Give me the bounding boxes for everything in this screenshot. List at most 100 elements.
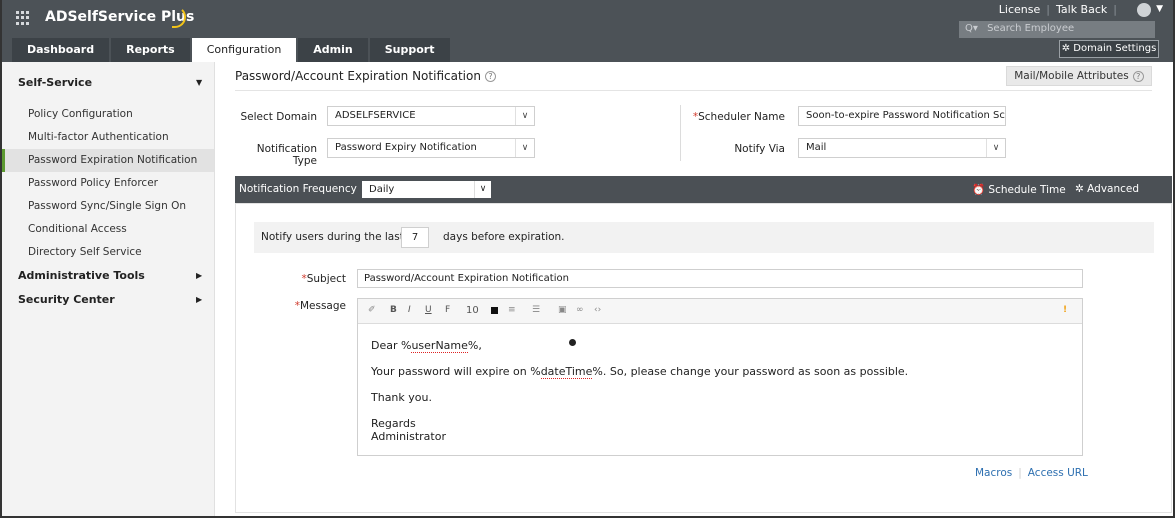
sidebar-section-security-center[interactable]: Security Center ▶ (2, 288, 214, 312)
sidebar-section-self-service[interactable]: Self-Service ▼ (2, 71, 214, 95)
user-avatar-icon[interactable] (1137, 3, 1151, 17)
gear-icon: ✲ (1061, 43, 1071, 54)
alarm-clock-icon: ⏰ (972, 184, 986, 196)
notify-via-value: Mail (806, 142, 827, 153)
expiry-prefix: Your password will expire on % (371, 365, 541, 378)
divider (235, 90, 1152, 91)
notify-days-input[interactable]: 7 (401, 227, 429, 248)
sidebar-item-conditional-access[interactable]: Conditional Access (2, 218, 214, 241)
notification-frequency-bar: Notification Frequency Daily ∨ ⏰ Schedul… (235, 176, 1172, 203)
search-input[interactable]: Q▾ Search Employee (959, 21, 1155, 38)
tab-support[interactable]: Support (369, 38, 450, 62)
underline-button[interactable]: U (425, 305, 432, 315)
image-icon[interactable]: ▣ (558, 305, 567, 315)
tab-admin[interactable]: Admin (298, 38, 368, 62)
subject-input[interactable]: Password/Account Expiration Notification (357, 269, 1083, 288)
license-link[interactable]: License (999, 3, 1040, 16)
italic-button[interactable]: I (408, 305, 411, 315)
domain-settings-button[interactable]: ✲ Domain Settings (1059, 40, 1159, 58)
sidebar-item-password-sync[interactable]: Password Sync/Single Sign On (2, 195, 214, 218)
greeting-prefix: Dear % (371, 339, 412, 352)
message-line-thanks: Thank you. (371, 391, 432, 404)
scheduler-name-label-text: Scheduler Name (698, 111, 785, 123)
scheduler-name-input[interactable]: Soon-to-expire Password Notification Scl (798, 106, 1006, 126)
sidebar-item-directory-self-service[interactable]: Directory Self Service (2, 241, 214, 264)
main-content: Password/Account Expiration Notification… (216, 62, 1173, 516)
mail-attr-label: Mail/Mobile Attributes (1014, 70, 1129, 82)
notification-type-label: Notification Type (256, 143, 317, 167)
search-icon: Q▾ (965, 23, 978, 34)
warning-icon[interactable]: ! (1063, 305, 1067, 315)
sidebar-item-password-policy[interactable]: Password Policy Enforcer (2, 172, 214, 195)
notify-days-row: Notify users during the last 7 days befo… (254, 222, 1154, 253)
advanced-button[interactable]: ✲ Advanced (1075, 183, 1139, 195)
message-label: *Message (276, 300, 346, 312)
notify-prefix: Notify users during the last (261, 231, 404, 243)
talk-back-link[interactable]: Talk Back (1056, 3, 1107, 16)
message-line-regards: Regards (371, 417, 416, 430)
domain-settings-label: Domain Settings (1073, 43, 1157, 54)
access-url-link[interactable]: Access URL (1028, 467, 1088, 479)
sidebar-item-policy-configuration[interactable]: Policy Configuration (2, 103, 214, 126)
tab-dashboard[interactable]: Dashboard (12, 38, 110, 62)
select-domain-dropdown[interactable]: ADSELFSERVICE ∨ (327, 106, 535, 126)
chevron-right-icon: ▶ (196, 295, 203, 304)
sidebar: Self-Service ▼ Policy Configuration Mult… (2, 62, 215, 516)
chevron-down-icon: ∨ (986, 139, 1005, 157)
message-line-expiry: Your password will expire on %dateTime%.… (371, 365, 909, 379)
select-domain-label: Select Domain (240, 111, 317, 123)
subject-label-text: Subject (306, 273, 346, 285)
sidebar-item-password-expiration[interactable]: Password Expiration Notification (2, 149, 214, 172)
help-icon[interactable]: ? (484, 71, 496, 82)
app-grid-icon[interactable] (16, 11, 30, 25)
chevron-down-icon: ∨ (515, 107, 534, 125)
mail-mobile-attributes-button[interactable]: Mail/Mobile Attributes? (1006, 66, 1152, 86)
tab-reports[interactable]: Reports (111, 38, 190, 62)
page-title: Password/Account Expiration Notification… (235, 69, 496, 83)
sidebar-item-mfa[interactable]: Multi-factor Authentication (2, 126, 214, 149)
link-separator: | (1046, 3, 1050, 16)
list-icon[interactable]: ☰ (532, 305, 540, 315)
frequency-dropdown[interactable]: Daily ∨ (362, 181, 491, 198)
link-separator: | (1113, 3, 1117, 16)
help-icon: ? (1132, 70, 1144, 82)
chevron-down-icon[interactable]: ▼ (1156, 4, 1163, 14)
top-bar: ADSelfService Plus License | Talk Back |… (2, 0, 1173, 62)
advanced-label: Advanced (1087, 183, 1140, 195)
link-separator: | (1018, 467, 1022, 479)
source-code-icon[interactable]: ‹› (594, 305, 601, 315)
greeting-macro: userName (411, 339, 468, 353)
vertical-divider (680, 105, 681, 161)
top-links: License | Talk Back | (999, 3, 1117, 16)
scheduler-name-label: *Scheduler Name (686, 111, 785, 123)
sidebar-section-admin-tools[interactable]: Administrative Tools ▶ (2, 264, 214, 288)
link-icon[interactable]: ∞ (576, 305, 584, 315)
bold-button[interactable]: B (390, 305, 397, 315)
greeting-suffix: %, (467, 339, 482, 352)
macros-link[interactable]: Macros (975, 467, 1012, 479)
search-placeholder: Search Employee (987, 23, 1075, 34)
chevron-right-icon: ▶ (196, 271, 203, 280)
align-icon[interactable]: ≡ (508, 305, 516, 315)
subject-label: *Subject (276, 273, 346, 285)
app-frame: ADSelfService Plus License | Talk Back |… (0, 0, 1175, 518)
message-editor[interactable]: ✐ B I U F 10 ≡ ☰ ▣ ∞ ‹› ! Dear %userName… (357, 298, 1083, 456)
notify-via-dropdown[interactable]: Mail ∨ (798, 138, 1006, 158)
eraser-icon[interactable]: ✐ (368, 305, 376, 315)
notification-type-dropdown[interactable]: Password Expiry Notification ∨ (327, 138, 535, 158)
editor-toolbar: ✐ B I U F 10 ≡ ☰ ▣ ∞ ‹› ! (358, 299, 1082, 324)
font-size-button[interactable]: 10 (466, 305, 479, 316)
sidebar-section-label: Security Center (18, 293, 115, 306)
expiry-suffix: %. So, please change your password as so… (592, 365, 909, 378)
schedule-time-button[interactable]: ⏰ Schedule Time (972, 183, 1066, 196)
expiry-macro: dateTime (540, 365, 593, 379)
message-line-greeting: Dear %userName%, (371, 339, 482, 353)
font-family-button[interactable]: F (445, 305, 450, 315)
message-line-signature: Administrator (371, 430, 446, 443)
notify-suffix: days before expiration. (443, 231, 565, 243)
frequency-value: Daily (369, 184, 395, 195)
tab-configuration[interactable]: Configuration (191, 38, 297, 62)
select-domain-value: ADSELFSERVICE (335, 110, 416, 121)
page-title-text: Password/Account Expiration Notification (235, 69, 481, 83)
text-color-button[interactable] (491, 307, 498, 314)
